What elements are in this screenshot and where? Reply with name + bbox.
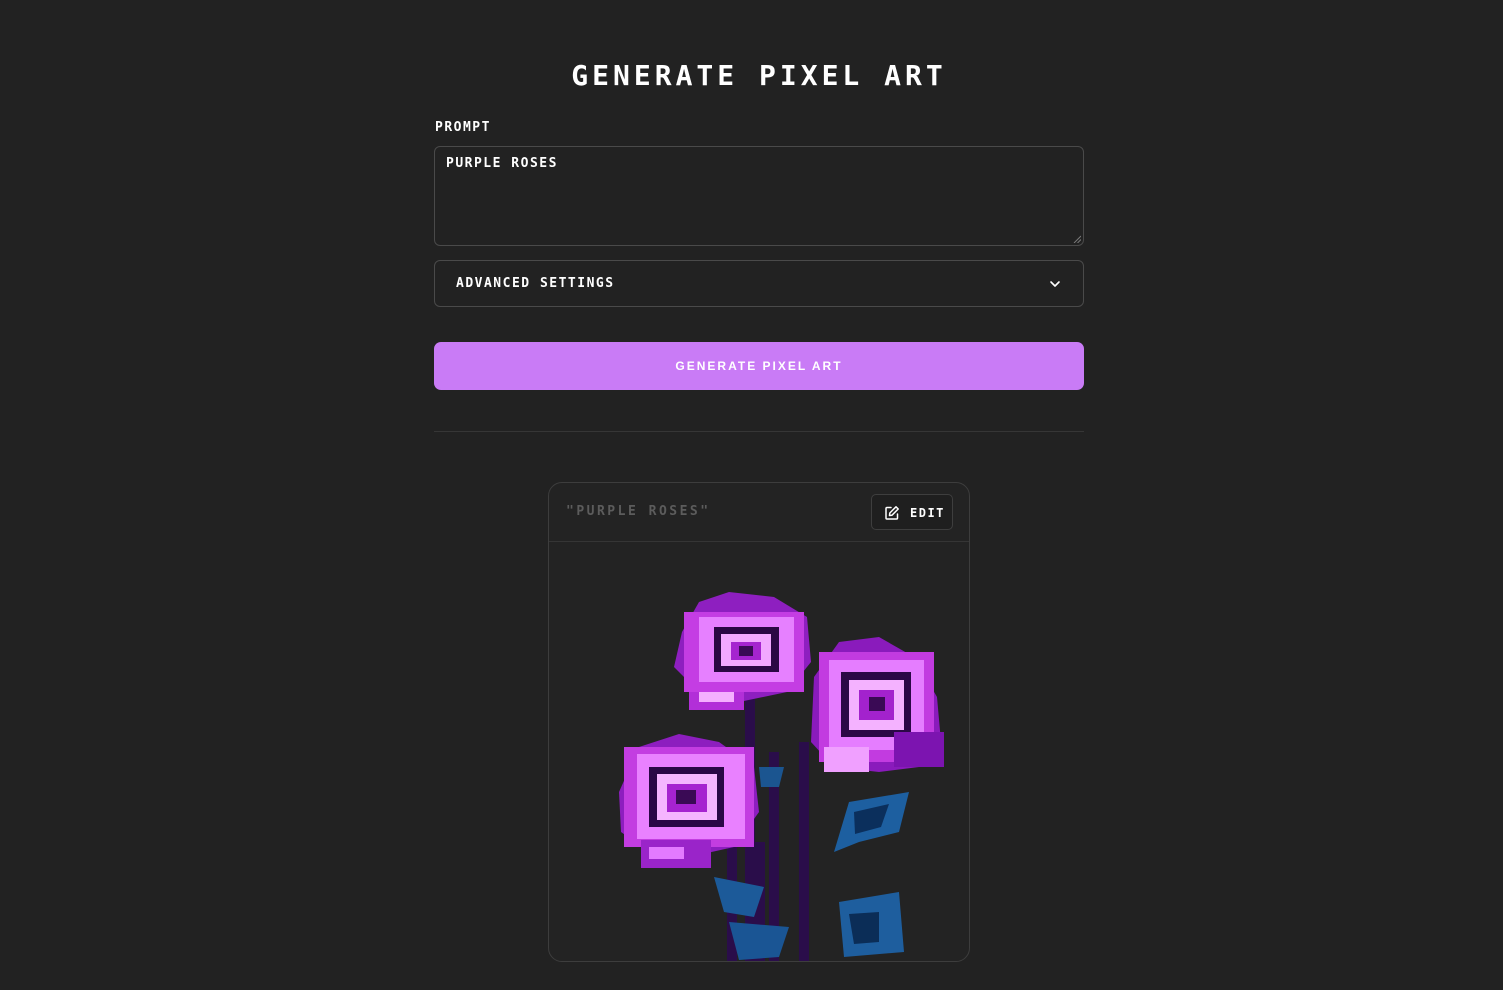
result-card-header: "PURPLE ROSES" EDIT — [549, 483, 969, 542]
advanced-settings-label: ADVANCED SETTINGS — [456, 276, 615, 291]
edit-icon — [885, 506, 899, 520]
advanced-settings-toggle[interactable]: ADVANCED SETTINGS — [434, 260, 1084, 307]
rose-top-left — [674, 592, 811, 710]
generate-button-label: GENERATE PIXEL ART — [675, 359, 843, 373]
prompt-label: PROMPT — [435, 120, 491, 135]
edit-button[interactable]: EDIT — [871, 494, 953, 530]
prompt-textarea[interactable]: PURPLE ROSES — [434, 146, 1084, 246]
resize-handle-icon[interactable] — [1073, 235, 1081, 243]
pixel-art-roses-image — [619, 592, 944, 961]
prompt-value[interactable]: PURPLE ROSES — [446, 156, 558, 172]
page-title: GENERATE PIXEL ART — [571, 59, 947, 92]
generate-button[interactable]: GENERATE PIXEL ART — [434, 342, 1084, 390]
rose-right — [811, 637, 944, 772]
section-divider — [434, 431, 1084, 432]
chevron-down-icon — [1050, 281, 1060, 287]
edit-button-label: EDIT — [910, 506, 945, 520]
result-card: "PURPLE ROSES" EDIT — [548, 482, 970, 962]
rose-bottom-left — [619, 734, 759, 868]
result-prompt-text: "PURPLE ROSES" — [566, 504, 711, 519]
